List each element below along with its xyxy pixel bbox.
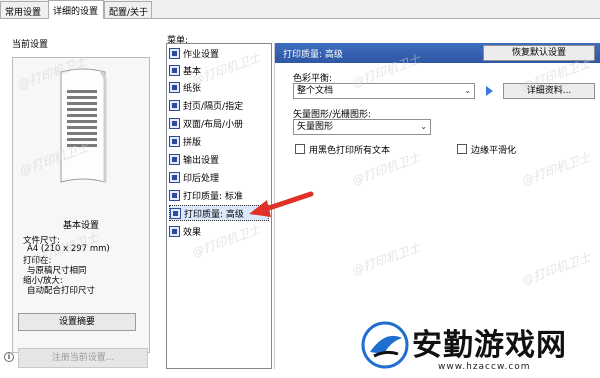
panel-header: 打印质量: 高级 恢复默认设置 — [275, 43, 600, 63]
black-text-label: 用黑色打印所有文本 — [309, 146, 391, 156]
chevron-down-icon: ⌄ — [420, 122, 427, 131]
menu-item-imposition[interactable]: 拼版 — [169, 133, 269, 149]
menu-item-paper[interactable]: 纸张 — [169, 79, 269, 95]
job-settings-icon — [169, 47, 180, 59]
brand-watermark: 安勤游戏网 www.hzaccw.com — [352, 318, 600, 378]
menu-item-finishing[interactable]: 印后处理 — [169, 169, 269, 185]
vector-raster-value: 矢量图形 — [297, 122, 334, 132]
menu-item-label: 打印质量: 高级 — [184, 209, 244, 220]
menu-item-label: 拼版 — [183, 137, 202, 148]
annotation-arrow — [249, 191, 314, 217]
current-settings-title: 当前设置 — [12, 40, 49, 50]
vector-raster-select[interactable]: 矢量图形 ⌄ — [293, 119, 431, 135]
tab-label: 详细的设置 — [53, 7, 99, 17]
chevron-down-icon: ⌄ — [464, 86, 471, 95]
menu-item-job-settings[interactable]: 作业设置 — [169, 45, 269, 61]
edge-smoothing-label: 边缘平滑化 — [471, 146, 517, 156]
menu-item-label: 双面/布局/小册 — [183, 119, 244, 130]
brand-name: 安勤游戏网 — [412, 328, 567, 363]
menu-item-label: 输出设置 — [183, 155, 220, 166]
basic-settings-title: 基本设置 — [62, 221, 99, 231]
finishing-icon — [169, 171, 180, 183]
output-icon — [169, 153, 180, 165]
tab-common-settings[interactable]: 常用设置 — [0, 1, 50, 18]
current-settings-panel: 当前设置 基本设置 文件尺寸: A4 (210 x 297 mm) 打印在: 与… — [4, 23, 152, 353]
tab-config-about[interactable]: 配置/关于 — [104, 1, 152, 18]
menu-item-label: 打印质量: 标准 — [183, 191, 243, 202]
details-button[interactable]: 详细资料... — [503, 83, 595, 99]
tab-label: 常用设置 — [5, 8, 42, 18]
tab-label: 配置/关于 — [109, 8, 149, 18]
effects-icon — [169, 225, 180, 237]
panel-title: 打印质量: 高级 — [283, 50, 343, 60]
quality-advanced-icon — [170, 207, 181, 219]
tab-strip: 常用设置 详细的设置 配置/关于 — [0, 0, 600, 19]
menu-item-label: 纸张 — [183, 83, 202, 94]
menu-item-label: 印后处理 — [183, 173, 220, 184]
menu-item-basic[interactable]: 基本 — [169, 62, 269, 78]
tab-detailed-settings[interactable]: 详细的设置 — [48, 0, 104, 19]
document-preview-icon — [60, 68, 107, 183]
quality-standard-icon — [169, 189, 180, 201]
settings-summary-button[interactable]: 设置摘要 — [18, 313, 136, 331]
menu-item-effects[interactable]: 效果 — [169, 223, 269, 239]
brand-logo-icon — [361, 321, 409, 369]
menu-item-label: 基本 — [183, 66, 202, 77]
color-balance-value: 整个文档 — [297, 86, 334, 96]
play-icon — [486, 86, 493, 96]
brand-url: www.hzaccw.com — [438, 362, 531, 372]
edge-smoothing-checkbox[interactable] — [457, 144, 467, 154]
menu-item-label: 效果 — [183, 227, 202, 238]
duplex-icon — [169, 117, 180, 129]
color-balance-select[interactable]: 整个文档 ⌄ — [293, 83, 475, 99]
menu-item-cover[interactable]: 封页/隔页/指定 — [169, 97, 269, 113]
info-icon: i — [4, 352, 14, 362]
menu-item-duplex[interactable]: 双面/布局/小册 — [169, 115, 269, 131]
restore-defaults-button[interactable]: 恢复默认设置 — [483, 45, 595, 61]
settings-preview: 基本设置 文件尺寸: A4 (210 x 297 mm) 打印在: 与原稿尺寸相… — [12, 57, 150, 353]
menu-item-label: 封页/隔页/指定 — [183, 101, 244, 112]
black-text-checkbox[interactable] — [295, 144, 305, 154]
imposition-icon — [169, 135, 180, 147]
basic-icon — [169, 64, 180, 76]
register-settings-button[interactable]: 注册当前设置... — [18, 348, 148, 368]
cover-icon — [169, 99, 180, 111]
doc-size-value: A4 (210 x 297 mm) — [27, 244, 110, 254]
menu-item-label: 作业设置 — [183, 49, 220, 60]
menu-item-output[interactable]: 输出设置 — [169, 151, 269, 167]
paper-icon — [169, 81, 180, 93]
scale-value: 自动配合打印尺寸 — [27, 286, 96, 296]
